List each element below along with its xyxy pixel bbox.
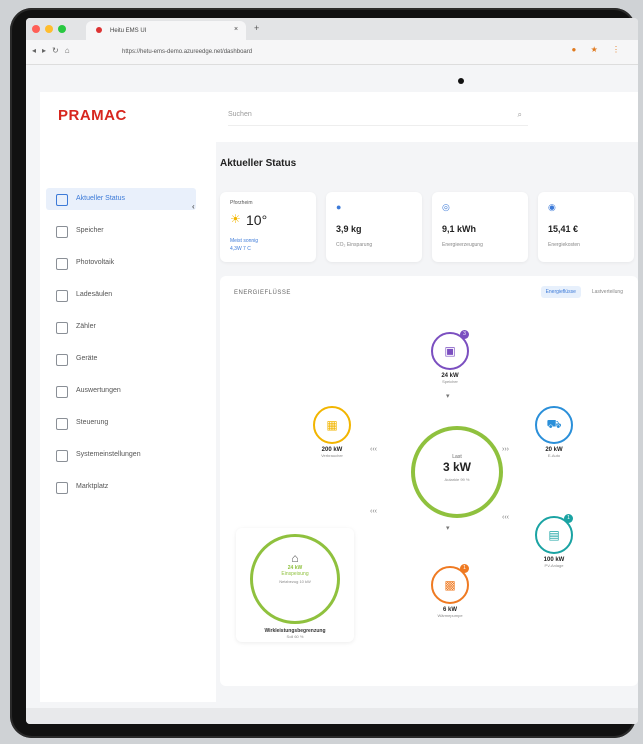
storage-node[interactable]: ▣ 3 24 kW Speicher	[420, 330, 480, 384]
flow-arrow-down: ▾	[446, 393, 450, 400]
chart-icon	[56, 386, 68, 398]
co2-card: ● 3,9 kg CO₂ Einsparung	[326, 192, 422, 262]
flow-arrow-pv: ‹‹‹	[502, 514, 509, 521]
ev-node[interactable]: ⛟ 20 kW E-Auto	[524, 406, 584, 458]
grid-sub: Netzbezug 10 kW	[279, 579, 311, 584]
app: PRAMAC Suchen ⌕ Aktueller Status Speiche…	[40, 92, 638, 702]
weather-detail: 4,3W 7 C	[230, 246, 251, 252]
meter-icon	[56, 322, 68, 334]
main-content: Aktueller Status Pforzheim ☀ 10° Meist s…	[216, 142, 638, 702]
heatpump-label: Wärmepumpe	[437, 613, 463, 618]
consumer-label: Verbraucher	[321, 453, 343, 458]
tab-close-icon[interactable]: ×	[234, 26, 238, 33]
browser-tab[interactable]: Heitu EMS UI ×	[86, 21, 246, 40]
brand-logo[interactable]: PRAMAC	[58, 107, 127, 124]
solar-icon	[56, 258, 68, 270]
tab-lastverteilung[interactable]: Lastverteilung	[587, 286, 628, 298]
charger-icon	[56, 290, 68, 302]
center-sub: Autarkie 99 %	[444, 477, 470, 482]
dashboard-icon	[56, 194, 68, 206]
screen: Heitu EMS UI × + ◂▸↻⌂ https://hetu-ems-d…	[26, 18, 638, 724]
weather-temp: 10°	[246, 212, 268, 228]
url-field[interactable]: https://hetu-ems-demo.azureedge.net/dash…	[122, 45, 452, 59]
cost-icon: ◉	[548, 202, 556, 212]
sun-icon: ☀	[230, 212, 241, 226]
page-title: Aktueller Status	[220, 158, 297, 169]
drop-icon: ●	[336, 202, 342, 212]
sidebar-item-steuerung[interactable]: Steuerung	[46, 412, 196, 434]
sidebar-item-aktueller-status[interactable]: Aktueller Status	[46, 188, 196, 210]
nav-buttons[interactable]: ◂▸↻⌂	[32, 46, 76, 55]
flow-arrow-right: ›››	[502, 446, 509, 453]
cost-value: 15,41 €	[548, 224, 579, 234]
address-bar: ◂▸↻⌂ https://hetu-ems-demo.azureedge.net…	[26, 40, 638, 65]
search-icon[interactable]: ⌕	[518, 105, 522, 125]
pv-badge: 1	[564, 514, 573, 523]
sidebar-item-photovoltaik[interactable]: Photovoltaik	[46, 252, 196, 274]
weather-card: Pforzheim ☀ 10° Meist sonnig 4,3W 7 C	[220, 192, 316, 262]
ev-label: E-Auto	[547, 453, 561, 458]
sidebar-item-speicher[interactable]: Speicher	[46, 220, 196, 242]
collapse-sidebar-icon[interactable]: ‹	[192, 202, 195, 211]
center-value: 3 kW	[442, 460, 471, 474]
energy-card: ◎ 9,1 kWh Energieerzeugung	[432, 192, 528, 262]
co2-value: 3,9 kg	[336, 224, 362, 234]
heatpump-node[interactable]: ▩ 1 6 kW Wärmepumpe	[420, 564, 480, 618]
close-icon[interactable]	[32, 25, 40, 33]
cost-label: Energiekosten	[548, 242, 580, 248]
window-controls[interactable]	[32, 25, 66, 33]
sidebar-item-ladesaeulen[interactable]: Ladesäulen	[46, 284, 196, 306]
flow-arrow-bottom: ▾	[446, 525, 450, 532]
energy-label: Energieerzeugung	[442, 242, 483, 248]
tab-energiefluesse[interactable]: Energieflüsse	[540, 286, 581, 298]
minimize-icon[interactable]	[45, 25, 53, 33]
new-tab-icon[interactable]: +	[254, 23, 259, 33]
energy-flow-panel: ENERGIEFLÜSSE Energieflüsse Lastverteilu…	[220, 276, 638, 686]
device-icon	[56, 354, 68, 366]
consumer-node[interactable]: ▦ 200 kW Verbraucher	[302, 406, 362, 458]
flow-arrow-left: ‹‹‹	[370, 446, 377, 453]
pylon-icon: ⌂	[291, 551, 299, 565]
pv-label: PV-Anlage	[544, 563, 564, 568]
grid-node: ⌂ 24 kW Einspeisung Netzbezug 10 kW	[250, 534, 340, 624]
grid-card[interactable]: ⌂ 24 kW Einspeisung Netzbezug 10 kW Wirk…	[236, 528, 354, 642]
flow-title: ENERGIEFLÜSSE	[234, 290, 291, 296]
weather-location: Pforzheim	[230, 200, 253, 206]
settings-icon	[56, 450, 68, 462]
storage-label: Speicher	[442, 379, 458, 384]
co2-label: CO₂ Einsparung	[336, 242, 373, 248]
battery-icon	[56, 226, 68, 238]
cost-card: ◉ 15,41 € Energiekosten	[538, 192, 634, 262]
sidebar-item-auswertungen[interactable]: Auswertungen	[46, 380, 196, 402]
storage-badge: 3	[460, 330, 469, 339]
extension-icons[interactable]: ● ★ ⋮	[572, 45, 626, 54]
maximize-icon[interactable]	[58, 25, 66, 33]
consumer-icon: ▦	[313, 406, 351, 444]
camera-icon	[458, 78, 464, 84]
control-icon	[56, 418, 68, 430]
market-icon	[56, 482, 68, 494]
sidebar-item-geraete[interactable]: Geräte	[46, 348, 196, 370]
favicon-icon	[96, 27, 102, 33]
car-icon: ⛟	[535, 406, 573, 444]
grid-mode: Einspeisung	[281, 571, 309, 577]
load-center-node[interactable]: Last 3 kW Autarkie 99 %	[411, 426, 503, 518]
tab-title: Heitu EMS UI	[110, 28, 147, 34]
energy-value: 9,1 kWh	[442, 224, 477, 234]
flow-arrow-grid: ‹‹‹	[370, 508, 377, 515]
browser-tabbar: Heitu EMS UI × +	[26, 18, 638, 40]
pv-node[interactable]: ▤ 1 100 kW PV-Anlage	[524, 514, 584, 568]
weather-condition: Meist sonnig	[230, 238, 259, 244]
sidebar-item-zaehler[interactable]: Zähler	[46, 316, 196, 338]
grid-target: Soll 60 %	[286, 634, 304, 639]
sidebar-item-systemeinstellungen[interactable]: Systemeinstellungen	[46, 444, 196, 466]
screen-bottom	[26, 708, 638, 724]
heatpump-badge: 1	[460, 564, 469, 573]
search-placeholder: Suchen	[228, 111, 252, 118]
search-input[interactable]: Suchen ⌕	[228, 105, 528, 126]
sidebar-item-marktplatz[interactable]: Marktplatz	[46, 476, 196, 498]
flow-toggle[interactable]: Energieflüsse Lastverteilung	[540, 286, 628, 298]
sidebar: Aktueller Status Speicher Photovoltaik L…	[40, 152, 210, 702]
energy-icon: ◎	[442, 202, 450, 212]
